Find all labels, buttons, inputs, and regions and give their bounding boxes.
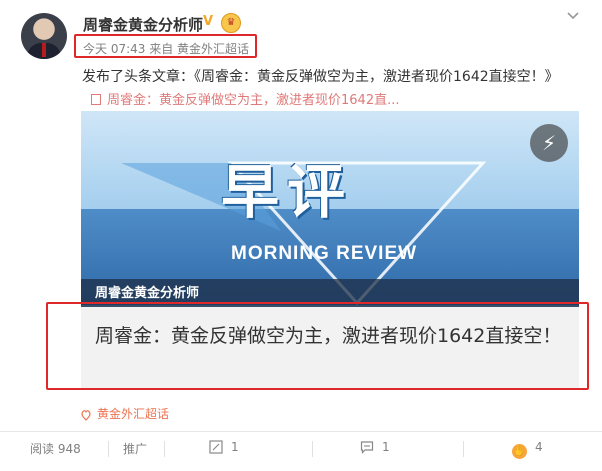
repost-icon [209, 440, 223, 454]
footer-separator [164, 441, 165, 457]
repost-count: 1 [231, 440, 239, 454]
article-cover-image[interactable]: 早评 MORNING REVIEW 周睿金黄金分析师 ⚡ [81, 111, 579, 307]
topic-link[interactable]: 黄金外汇超话 [80, 405, 169, 422]
footer-separator [312, 441, 313, 457]
like-count: 4 [535, 440, 543, 454]
promote-button[interactable]: 推广 [123, 440, 147, 457]
repost-button[interactable]: 1 [209, 440, 239, 454]
article-link-label: 周睿金：黄金反弹做空为主，激进者现价1642直... [107, 93, 400, 108]
crown-icon: ♛ [221, 13, 241, 33]
highlight-box-meta [74, 34, 257, 58]
avatar-tie [42, 43, 46, 57]
chevron-down-icon[interactable] [565, 8, 581, 24]
comment-button[interactable]: 1 [360, 440, 390, 454]
document-icon [91, 94, 101, 105]
vip-badge-icon: V [203, 14, 214, 29]
footer-separator [463, 441, 464, 457]
like-button[interactable]: ✋ 4 [512, 440, 543, 459]
footer-separator [108, 441, 109, 457]
cover-caption: 周睿金黄金分析师 [95, 286, 200, 301]
author-name[interactable]: 周睿金黄金分析师 [83, 14, 203, 35]
lightning-icon[interactable]: ⚡ [530, 124, 568, 162]
avatar[interactable] [21, 13, 67, 59]
cover-subtitle: MORNING REVIEW [231, 243, 418, 264]
footer-divider [0, 431, 602, 432]
read-count: 阅读 948 [30, 442, 81, 456]
comment-icon [360, 441, 374, 454]
topic-icon [81, 410, 91, 421]
cover-title: 早评 [221, 158, 354, 226]
like-icon: ✋ [512, 444, 527, 459]
post-text: 发布了头条文章：《周睿金：黄金反弹做空为主，激进者现价1642直接空！》 [82, 69, 559, 85]
comment-count: 1 [382, 440, 390, 454]
article-link[interactable]: 周睿金：黄金反弹做空为主，激进者现价1642直... [91, 89, 399, 108]
highlight-box-article [46, 302, 589, 390]
topic-label: 黄金外汇超话 [97, 407, 170, 421]
